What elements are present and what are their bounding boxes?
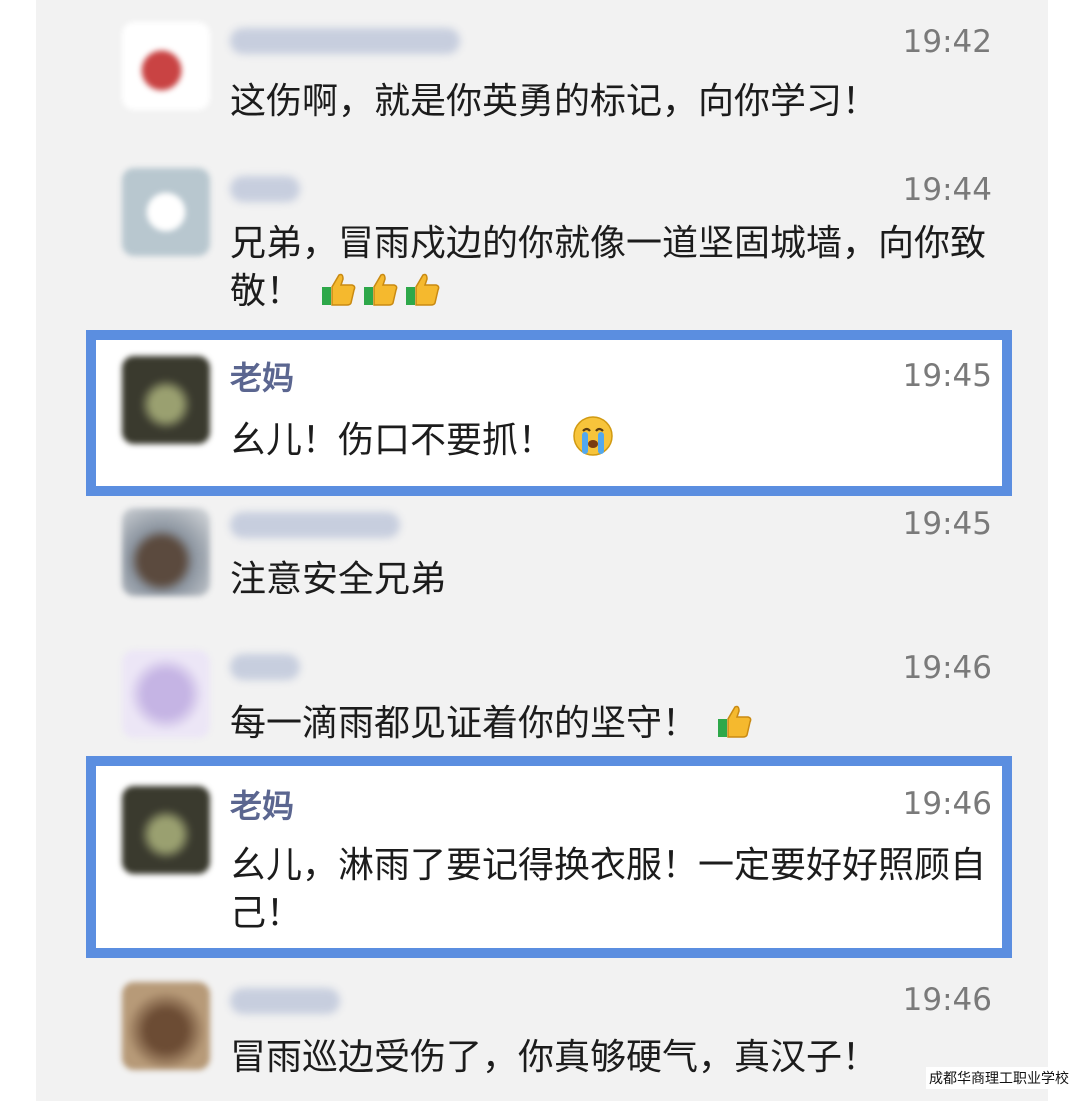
comment-item: 19:45 注意安全兄弟 <box>36 496 1048 636</box>
commenter-name[interactable] <box>230 988 340 1014</box>
avatar[interactable] <box>122 982 210 1070</box>
comment-item: 19:46 冒雨巡边受伤了，你真够硬气，真汉子！ <box>36 962 1048 1101</box>
thumbs-up-icon <box>319 269 359 322</box>
thumbs-up-icon <box>403 269 443 322</box>
comment-time: 19:42 <box>902 24 992 60</box>
avatar[interactable] <box>122 22 210 110</box>
watermark: 成都华商理工职业学校 <box>926 1067 1072 1089</box>
comment-text: 幺儿，淋雨了要记得换衣服！一定要好好照顾自己！ <box>230 845 987 934</box>
comment-time: 19:46 <box>902 650 992 686</box>
thumbs-up-icon <box>715 701 755 754</box>
comment-text: 注意安全兄弟 <box>230 559 447 600</box>
comment-text: 幺儿！伤口不要抓！ <box>230 414 1000 471</box>
comment-item: 19:46 每一滴雨都见证着你的坚守！ <box>36 640 1048 760</box>
commenter-name[interactable] <box>230 176 300 202</box>
comment-time: 19:45 <box>902 358 992 394</box>
commenter-name[interactable]: 老妈 <box>230 784 294 828</box>
comment-time: 19:44 <box>902 172 992 208</box>
comment-time: 19:45 <box>902 506 992 542</box>
commenter-name[interactable] <box>230 512 400 538</box>
commenter-name[interactable]: 老妈 <box>230 356 294 400</box>
comment-item-highlighted: 老妈 19:46 幺儿，淋雨了要记得换衣服！一定要好好照顾自己！ <box>36 762 1048 948</box>
comment-time: 19:46 <box>902 786 992 822</box>
avatar[interactable] <box>122 356 210 444</box>
thumbs-up-icon <box>361 269 401 322</box>
comment-time: 19:46 <box>902 982 992 1018</box>
comment-text: 这伤啊，就是你英勇的标记，向你学习！ <box>230 81 879 122</box>
comment-text: 兄弟，冒雨戍边的你就像一道坚固城墙，向你致敬！ <box>230 220 1000 322</box>
avatar[interactable] <box>122 508 210 596</box>
commenter-name[interactable] <box>230 654 300 680</box>
comment-text: 每一滴雨都见证着你的坚守！ <box>230 700 1000 754</box>
crying-face-icon <box>571 414 615 471</box>
comment-panel: 19:42 这伤啊，就是你英勇的标记，向你学习！ 19:44 兄弟，冒雨戍边的你… <box>36 0 1048 1101</box>
avatar[interactable] <box>122 786 210 874</box>
avatar[interactable] <box>122 168 210 256</box>
comment-item-highlighted: 老妈 19:45 幺儿！伤口不要抓！ <box>36 336 1048 486</box>
comment-text: 冒雨巡边受伤了，你真够硬气，真汉子！ <box>230 1037 879 1078</box>
comment-item: 19:42 这伤啊，就是你英勇的标记，向你学习！ <box>36 0 1048 140</box>
comment-item: 19:44 兄弟，冒雨戍边的你就像一道坚固城墙，向你致敬！ <box>36 148 1048 328</box>
avatar[interactable] <box>122 650 210 738</box>
commenter-name[interactable] <box>230 28 460 54</box>
